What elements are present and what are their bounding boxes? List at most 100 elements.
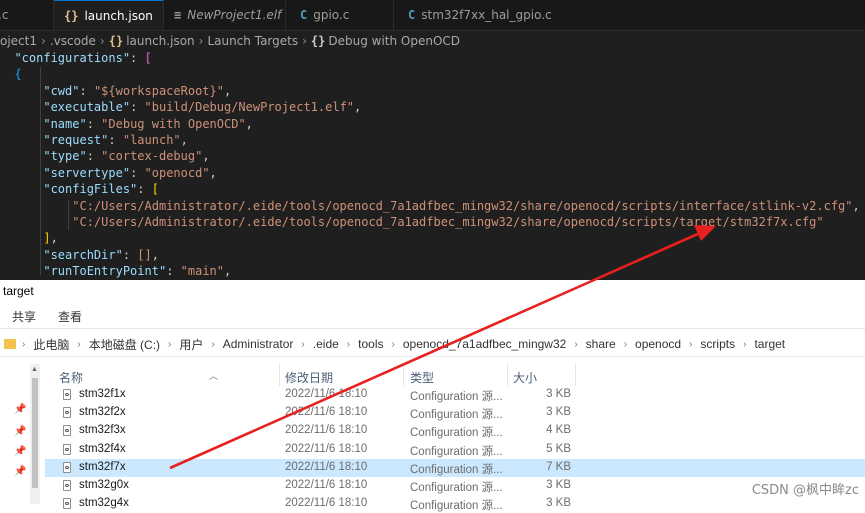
- code-line[interactable]: "runToEntryPoint": "main",: [0, 263, 865, 279]
- ribbon-tab-share[interactable]: 共享: [12, 308, 36, 325]
- file-type: Configuration 源...: [410, 481, 503, 494]
- tab-label: gpio.c: [313, 8, 350, 22]
- file-row[interactable]: stm32f2x 2022/11/6 18:10 Configuration 源..…: [45, 404, 865, 422]
- code-line[interactable]: "servertype": "openocd",: [0, 165, 865, 181]
- code-punct: ,: [852, 198, 860, 213]
- config-file-icon: [63, 461, 71, 473]
- json-value: []: [137, 247, 152, 262]
- code-punct: :: [86, 149, 102, 164]
- breadcrumb-item[interactable]: oject1: [0, 34, 37, 48]
- file-size: 3 KB: [546, 388, 571, 400]
- address-segment[interactable]: 用户: [179, 336, 203, 353]
- tab-gpio-c[interactable]: C gpio.c: [286, 0, 394, 30]
- file-row[interactable]: stm32f3x 2022/11/6 18:10 Configuration 源..…: [45, 422, 865, 440]
- file-name: stm32f3x: [79, 424, 126, 437]
- scroll-up-icon[interactable]: ▲: [31, 366, 38, 373]
- address-segment[interactable]: openocd: [635, 337, 681, 351]
- file-date: 2022/11/6 18:10: [285, 424, 368, 437]
- json-key: "searchDir": [43, 247, 123, 262]
- column-divider[interactable]: [403, 364, 404, 386]
- address-bar[interactable]: › 此电脑 › 本地磁盘 (C:) › 用户 › Administrator › .ei…: [0, 332, 865, 357]
- code-content[interactable]: "configurations": [ { "cwd": "${workspac…: [0, 50, 865, 279]
- file-date: 2022/11/6 18:10: [285, 478, 368, 491]
- scrollbar-thumb[interactable]: [32, 378, 38, 488]
- column-header-name[interactable]: 名称: [59, 369, 83, 386]
- chevron-right-icon: ›: [22, 338, 26, 350]
- breadcrumb-item[interactable]: Launch Targets: [207, 34, 298, 48]
- json-value: "launch": [122, 132, 181, 147]
- code-line[interactable]: "C:/Users/Administrator/.eide/tools/open…: [0, 214, 865, 230]
- file-type: Configuration 源...: [410, 445, 503, 458]
- code-line[interactable]: "type": "cortex-debug",: [0, 148, 865, 164]
- code-line[interactable]: "cwd": "${workspaceRoot}",: [0, 83, 865, 99]
- file-name: stm32f2x: [79, 406, 126, 419]
- code-line[interactable]: "configurations": [: [0, 50, 865, 66]
- address-segment[interactable]: target: [754, 337, 785, 351]
- column-header-size[interactable]: 大小: [513, 369, 537, 386]
- address-segment[interactable]: Administrator: [223, 337, 294, 351]
- json-key: "configurations": [14, 51, 131, 65]
- address-segment[interactable]: tools: [358, 337, 383, 351]
- code-punct: ,: [209, 165, 217, 180]
- file-row[interactable]: stm32f4x 2022/11/6 18:10 Configuration 源..…: [45, 441, 865, 459]
- code-line[interactable]: "C:/Users/Administrator/.eide/tools/open…: [0, 198, 865, 214]
- file-size: 5 KB: [546, 442, 571, 455]
- json-key: "servertype": [43, 165, 131, 180]
- code-line[interactable]: {: [0, 66, 865, 82]
- code-punct: ,: [202, 149, 210, 164]
- code-line[interactable]: "name": "Debug with OpenOCD",: [0, 116, 865, 132]
- address-segment[interactable]: 此电脑: [33, 336, 69, 353]
- file-row[interactable]: stm32f7x 2022/11/6 18:10 Configuration 源..…: [45, 458, 865, 477]
- breadcrumb-item[interactable]: launch.json: [126, 34, 194, 48]
- code-line[interactable]: "searchDir": [],: [0, 247, 865, 263]
- pin-icon: 📌: [14, 446, 27, 457]
- address-segment[interactable]: share: [586, 337, 616, 351]
- code-line[interactable]: ],: [0, 230, 865, 246]
- column-divider[interactable]: [575, 364, 576, 386]
- code-line[interactable]: "request": "launch",: [0, 132, 865, 148]
- file-row[interactable]: stm32g4x 2022/11/6 18:10 Configuration 源..…: [45, 495, 865, 513]
- address-segment[interactable]: 本地磁盘 (C:): [89, 336, 160, 353]
- file-type: Configuration 源...: [410, 463, 503, 476]
- file-date: 2022/11/6 18:10: [285, 406, 368, 419]
- chevron-right-icon: ›: [211, 338, 215, 350]
- file-type: Configuration 源...: [410, 409, 503, 422]
- column-header-type[interactable]: 类型: [410, 369, 434, 386]
- file-row[interactable]: stm32f1x 2022/11/6 18:10 Configuration 源..…: [45, 386, 865, 404]
- config-file-icon: [63, 443, 71, 455]
- address-segment[interactable]: scripts: [700, 337, 735, 351]
- tab-c-file[interactable]: .c: [0, 0, 54, 30]
- file-date: 2022/11/6 18:10: [285, 497, 368, 510]
- code-punct: :: [130, 100, 145, 115]
- column-divider[interactable]: [507, 364, 508, 386]
- config-file-icon: [63, 407, 71, 419]
- tab-elf-file[interactable]: ≡ NewProject1.elf: [164, 0, 286, 30]
- code-line[interactable]: "configFiles": [: [0, 181, 865, 197]
- chevron-right-icon: ›: [41, 34, 46, 48]
- c-file-icon: C: [408, 8, 416, 22]
- ribbon-tab-view[interactable]: 查看: [58, 308, 82, 325]
- nav-scrollbar[interactable]: ▲: [30, 364, 40, 504]
- chevron-right-icon: ›: [168, 338, 172, 350]
- address-segment[interactable]: .eide: [313, 337, 339, 351]
- breadcrumb-item[interactable]: .vscode: [50, 34, 96, 48]
- breadcrumb-item[interactable]: Debug with OpenOCD: [328, 34, 460, 48]
- tab-hal-gpio-c[interactable]: C stm32f7xx_hal_gpio.c: [394, 0, 865, 30]
- address-segment[interactable]: openocd_7a1adfbec_mingw32: [403, 337, 566, 351]
- sort-ascending-icon: ︿: [209, 371, 219, 381]
- code-line[interactable]: "executable": "build/Debug/NewProject1.e…: [0, 99, 865, 115]
- file-name: stm32g4x: [79, 497, 129, 510]
- column-header-date[interactable]: 修改日期: [285, 369, 333, 386]
- file-list: stm32f1x 2022/11/6 18:10 Configuration 源..…: [45, 386, 865, 513]
- config-file-icon: [63, 479, 71, 491]
- code-editor[interactable]: .c {} launch.json × ≡ NewProject1.elf C …: [0, 0, 865, 280]
- code-punct: ,: [151, 247, 159, 262]
- file-row[interactable]: stm32g0x 2022/11/6 18:10 Configuration 源..…: [45, 477, 865, 495]
- file-date: 2022/11/6 18:10: [285, 442, 368, 455]
- tab-launch-json[interactable]: {} launch.json ×: [54, 0, 164, 30]
- column-divider[interactable]: [279, 364, 280, 386]
- config-file-icon: [63, 389, 71, 400]
- file-type: Configuration 源...: [410, 500, 503, 513]
